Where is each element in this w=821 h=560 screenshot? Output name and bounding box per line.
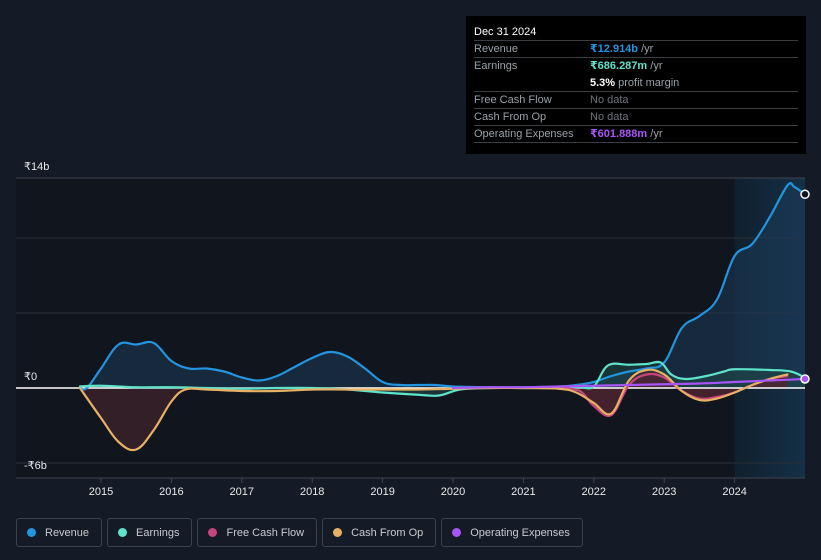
legend-label: Cash From Op [351, 526, 424, 539]
legend-item-revenue[interactable]: Revenue [16, 518, 103, 547]
operating-expenses-end-marker [800, 374, 810, 384]
x-tick-label: 2018 [300, 486, 324, 498]
legend-label: Earnings [136, 526, 180, 539]
tooltip-label: Revenue [474, 43, 519, 55]
legend-item-cash-from-op[interactable]: Cash From Op [322, 518, 437, 547]
earnings-dot-icon [118, 528, 128, 537]
y-axis-label: ₹0 [24, 371, 37, 383]
operating-expenses-value: ₹601.888m [590, 128, 648, 140]
unit: /yr [647, 128, 663, 140]
legend-item-operating-expenses[interactable]: Operating Expenses [441, 518, 583, 547]
legend-label: Revenue [45, 526, 90, 539]
tooltip-row-cash-from-op: Cash From Op No data [474, 109, 798, 126]
revenue-dot-icon [27, 528, 36, 537]
tooltip-date: Dec 31 2024 [474, 22, 798, 41]
revenue-value: ₹12.914b [590, 43, 639, 55]
x-tick-label: 2024 [722, 486, 746, 498]
x-tick-label: 2023 [652, 486, 676, 498]
tooltip-row-profit-margin: 5.3% profit margin [474, 75, 798, 92]
earnings-value: ₹686.287m [590, 60, 648, 72]
x-tick-label: 2020 [441, 486, 465, 498]
profit-margin-text: profit margin [615, 77, 680, 89]
operating-expenses-dot-icon [452, 528, 462, 537]
tooltip-panel: Dec 31 2024 Revenue ₹12.914b /yr Earning… [466, 16, 806, 154]
x-tick-label: 2021 [511, 486, 535, 498]
unit: /yr [638, 43, 654, 55]
x-tick-label: 2022 [582, 486, 606, 498]
tooltip-label: Free Cash Flow [474, 94, 552, 106]
y-axis-label: ₹14b [24, 161, 49, 173]
free-cash-flow-value: No data [590, 94, 629, 106]
legend-item-earnings[interactable]: Earnings [107, 518, 193, 547]
tooltip-label [474, 75, 590, 91]
x-ticks: 2015 2016 2017 2018 2019 2020 2021 2022 2023 2024 [89, 478, 747, 498]
legend: Revenue Earnings Free Cash Flow Cash Fro… [16, 518, 583, 547]
cash-from-op-value: No data [590, 111, 629, 123]
tooltip-row-earnings: Earnings ₹686.287m /yr [474, 58, 798, 75]
x-tick-label: 2015 [89, 486, 113, 498]
x-tick-label: 2016 [159, 486, 183, 498]
tooltip-row-free-cash-flow: Free Cash Flow No data [474, 92, 798, 109]
revenue-end-marker [800, 189, 810, 200]
legend-label: Free Cash Flow [226, 526, 305, 539]
tooltip-row-operating-expenses: Operating Expenses ₹601.888m /yr [474, 126, 798, 143]
tooltip-row-revenue: Revenue ₹12.914b /yr [474, 41, 798, 58]
tooltip-label: Operating Expenses [474, 128, 574, 140]
legend-item-free-cash-flow[interactable]: Free Cash Flow [197, 518, 318, 547]
cash-from-op-dot-icon [333, 528, 343, 537]
profit-margin-value: 5.3% [590, 77, 616, 89]
x-tick-label: 2017 [230, 486, 254, 498]
x-tick-label: 2019 [370, 486, 394, 498]
free-cash-flow-dot-icon [208, 528, 218, 537]
y-axis-label: -₹6b [24, 460, 47, 472]
tooltip-label: Cash From Op [474, 111, 547, 123]
tooltip-label: Earnings [474, 60, 518, 72]
legend-label: Operating Expenses [470, 526, 570, 539]
unit: /yr [647, 60, 663, 72]
